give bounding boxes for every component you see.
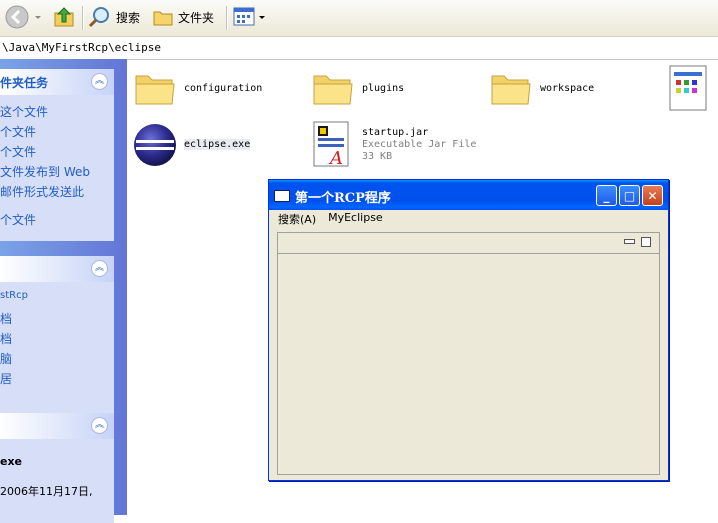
back-dropdown[interactable] (34, 4, 42, 30)
task-pane: 件夹任务 ︽ 这个文件 个文件 个文件 文件发布到 Web 邮件形式发送此 个文… (0, 59, 127, 523)
menu-search[interactable]: 搜索(A) (278, 211, 316, 229)
folders-button[interactable]: 文件夹 (152, 4, 214, 30)
search-button[interactable]: 搜索 (88, 4, 140, 30)
eclipse-logo-icon (134, 124, 176, 166)
place-link[interactable]: 档 (0, 330, 12, 347)
document-icon (669, 65, 707, 111)
file-label[interactable]: eclipse.exe (184, 139, 251, 150)
details-panel: ︽ exe 2006年11月17日, (0, 413, 114, 523)
collapse-chevron-icon[interactable]: ︽ (91, 73, 108, 90)
file-item-partial[interactable] (668, 64, 710, 115)
rcp-window: 第一个RCP程序 _ □ ✕ 搜索(A) MyEclipse (268, 179, 669, 481)
folder-item-configuration[interactable] (134, 68, 176, 111)
details-date: 2006年11月17日, (0, 485, 93, 498)
collapse-chevron-icon[interactable]: ︽ (91, 417, 108, 434)
file-size: 33 KB (362, 151, 393, 162)
place-link[interactable]: stRcp (0, 290, 28, 301)
jar-file-icon: A (313, 121, 349, 169)
minimize-button[interactable]: _ (596, 185, 617, 206)
folder-icon (313, 75, 353, 105)
views-button[interactable] (233, 4, 266, 30)
collapse-chevron-icon[interactable]: ︽ (91, 260, 108, 277)
file-item-eclipse-exe[interactable] (132, 122, 178, 171)
task-link[interactable]: 个文件 (0, 143, 36, 160)
details-name: exe (0, 455, 23, 468)
other-places-header[interactable]: ︽ (0, 256, 114, 282)
view-grid-icon (233, 7, 255, 26)
chevron-down-icon (35, 16, 41, 19)
folder-tasks-header[interactable]: 件夹任务 ︽ (0, 69, 114, 95)
task-link[interactable]: 这个文件 (0, 103, 48, 120)
file-label[interactable]: configuration (184, 83, 262, 94)
rcp-view-area (277, 232, 660, 475)
window-title: 第一个RCP程序 (295, 191, 391, 206)
file-item-startup-jar[interactable]: A (312, 120, 354, 171)
file-type: Executable Jar File (362, 139, 477, 150)
search-icon (88, 7, 109, 28)
place-link[interactable]: 脑 (0, 350, 12, 367)
folder-icon (153, 11, 173, 26)
up-folder-button[interactable] (52, 4, 76, 30)
details-header[interactable]: ︽ (0, 413, 114, 439)
chevron-down-icon (259, 16, 265, 19)
folder-item-plugins[interactable] (312, 68, 354, 111)
search-label: 搜索 (116, 10, 141, 25)
menu-myeclipse[interactable]: MyEclipse (328, 211, 383, 229)
folder-tasks-title: 件夹任务 (0, 76, 49, 90)
view-minimize-icon[interactable] (624, 239, 635, 244)
task-link[interactable]: 个文件 (0, 123, 36, 140)
view-maximize-icon[interactable] (641, 237, 651, 247)
task-link[interactable]: 个文件 (0, 211, 36, 228)
back-arrow-icon (5, 5, 29, 29)
task-link[interactable]: 邮件形式发送此 (0, 183, 84, 200)
folder-icon (491, 75, 531, 105)
svg-text:A: A (328, 148, 343, 168)
place-link[interactable]: 档 (0, 310, 12, 327)
folder-icon (135, 75, 175, 105)
folder-tasks-panel: 件夹任务 ︽ 这个文件 个文件 个文件 文件发布到 Web 邮件形式发送此 个文… (0, 69, 114, 241)
folders-label: 文件夹 (178, 10, 215, 25)
folder-item-workspace[interactable] (490, 68, 532, 111)
rcp-titlebar[interactable]: 第一个RCP程序 _ □ ✕ (269, 180, 668, 210)
file-label[interactable]: workspace (540, 83, 594, 94)
back-button[interactable] (4, 4, 30, 30)
view-tab-bar (278, 233, 659, 254)
file-label[interactable]: startup.jar (362, 127, 428, 138)
address-path: \Java\MyFirstRcp\eclipse (2, 41, 161, 54)
file-label[interactable]: plugins (362, 83, 404, 94)
place-link[interactable]: 居 (0, 370, 12, 387)
explorer-toolbar: 搜索 文件夹 (0, 0, 718, 37)
up-folder-icon (54, 7, 74, 27)
window-icon (274, 190, 290, 202)
address-bar[interactable]: \Java\MyFirstRcp\eclipse (0, 37, 718, 60)
task-link[interactable]: 文件发布到 Web (0, 163, 90, 180)
maximize-button[interactable]: □ (619, 185, 640, 206)
rcp-menubar: 搜索(A) MyEclipse (274, 211, 383, 229)
close-button[interactable]: ✕ (642, 185, 663, 206)
